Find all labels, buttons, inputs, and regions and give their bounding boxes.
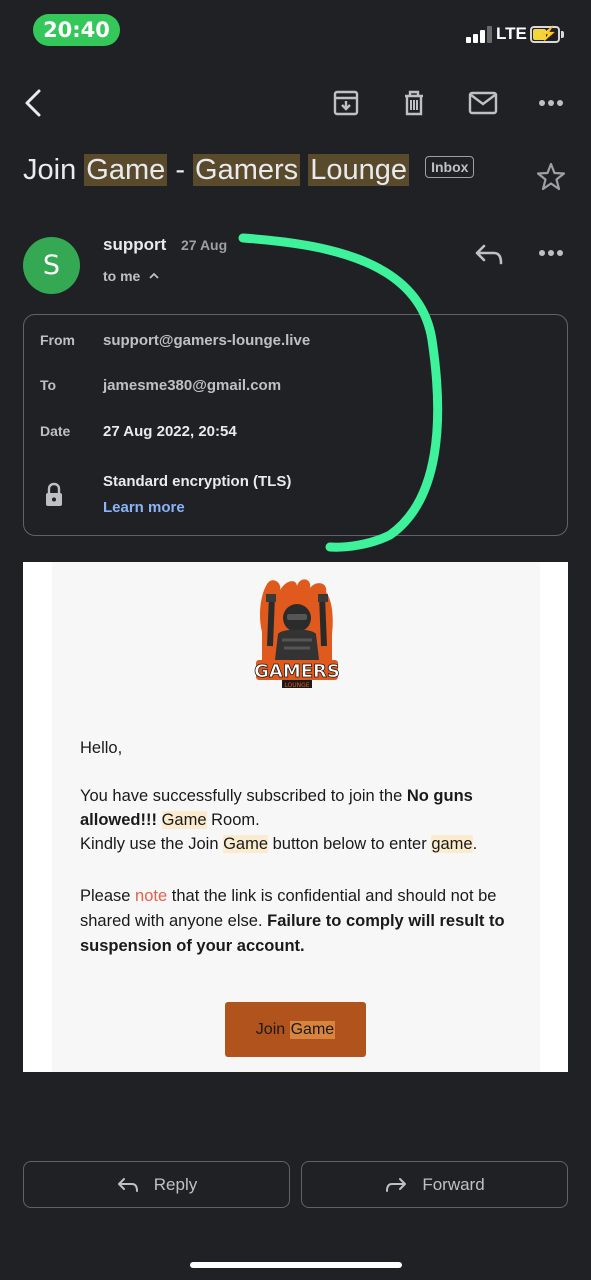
signal-icon: [466, 25, 492, 43]
status-time: 20:40: [33, 14, 120, 46]
email-subject: Join Game - Gamers Lounge Inbox: [23, 150, 523, 190]
toolbar: [0, 78, 591, 128]
lock-icon: [43, 482, 65, 508]
greeting-text: Hello,: [80, 739, 123, 757]
mail-icon[interactable]: [466, 86, 500, 120]
recipient-label: to me: [103, 268, 141, 284]
forward-button[interactable]: Forward: [301, 1161, 568, 1208]
date-label: Date: [40, 423, 71, 439]
status-bar: 20:40 LTE ⚡: [0, 0, 591, 60]
subject-highlight: Game: [84, 154, 168, 186]
highlighted-word: game: [431, 835, 473, 853]
text-fragment: Kindly use the Join: [80, 835, 224, 853]
gamers-lounge-logo: GAMERS LOUNGE: [252, 576, 342, 692]
reply-label: Reply: [153, 1174, 198, 1194]
logo-subtext: LOUNGE: [284, 682, 309, 689]
join-game-button[interactable]: Join Game: [225, 1002, 366, 1057]
more-horiz-icon[interactable]: [536, 240, 566, 270]
highlighted-word: Game: [161, 811, 207, 829]
to-label: To: [40, 377, 57, 393]
learn-more-link[interactable]: Learn more: [103, 499, 185, 516]
more-horiz-icon[interactable]: [534, 86, 568, 120]
subject-highlight: Gamers: [193, 154, 301, 186]
chevron-up-icon: [149, 272, 159, 279]
network-type: LTE: [496, 24, 527, 43]
reply-icon[interactable]: [472, 238, 506, 272]
inbox-label-badge[interactable]: Inbox: [425, 156, 475, 179]
forward-icon: [386, 1177, 407, 1192]
avatar[interactable]: S: [23, 237, 80, 294]
star-icon[interactable]: [534, 160, 568, 194]
date-value: 27 Aug 2022, 20:54: [103, 423, 237, 440]
sent-date: 27 Aug: [181, 237, 228, 253]
paragraph-warning: Please note that the link is confidentia…: [80, 884, 510, 959]
note-word: note: [135, 887, 168, 905]
logo-text: GAMERS: [254, 661, 340, 682]
battery-tip: [561, 31, 564, 38]
subject-word: Join: [23, 154, 77, 186]
encryption-text: Standard encryption (TLS): [103, 473, 292, 490]
button-label-highlight: Game: [289, 1020, 336, 1039]
from-value[interactable]: support@gamers-lounge.live: [103, 332, 310, 349]
highlighted-word: Game: [223, 835, 269, 853]
sender-name[interactable]: support: [103, 235, 166, 255]
archive-icon[interactable]: [329, 86, 363, 120]
battery-icon: ⚡: [530, 25, 560, 43]
button-label: Join: [255, 1020, 286, 1038]
trash-icon[interactable]: [397, 86, 431, 120]
text-fragment: Room.: [206, 811, 260, 829]
reply-button[interactable]: Reply: [23, 1161, 290, 1208]
text-fragment: .: [472, 835, 478, 853]
message-details-panel: From support@gamers-lounge.live To james…: [23, 314, 568, 536]
subject-separator: -: [175, 154, 185, 186]
back-arrow-icon[interactable]: [16, 86, 50, 120]
email-content: GAMERS LOUNGE Hello, You have successful…: [52, 562, 540, 1072]
from-label: From: [40, 332, 75, 348]
forward-label: Forward: [422, 1174, 485, 1194]
text-fragment: You have successfully subscribed to join…: [80, 787, 407, 805]
recipient-toggle[interactable]: to me: [103, 268, 160, 284]
subject-highlight: Lounge: [308, 154, 410, 186]
reply-icon: [117, 1177, 138, 1192]
paragraph-subscription: You have successfully subscribed to join…: [80, 784, 510, 856]
home-indicator[interactable]: [190, 1262, 402, 1268]
text-fragment: Please: [80, 887, 136, 905]
email-body: GAMERS LOUNGE Hello, You have successful…: [23, 562, 568, 1072]
to-value[interactable]: jamesme380@gmail.com: [103, 377, 281, 394]
text-fragment: button below to enter: [268, 835, 432, 853]
